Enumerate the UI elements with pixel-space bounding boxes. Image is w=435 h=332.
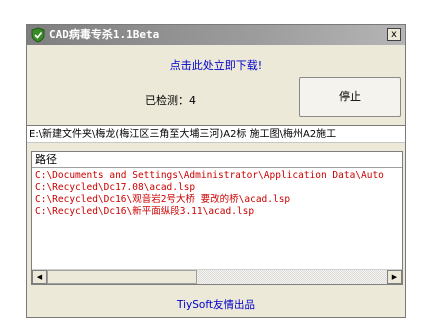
- scroll-thumb[interactable]: [47, 270, 197, 284]
- current-path-text: E:\新建文件夹\梅龙(梅江区三角至大埔三河)A2标 施工图\梅州A2施工: [29, 129, 337, 140]
- window-title: CAD病毒专杀1.1Beta: [49, 28, 160, 41]
- download-link[interactable]: 点击此处立即下载!: [27, 57, 405, 73]
- results-header[interactable]: 路径: [32, 152, 402, 168]
- scroll-track[interactable]: [197, 270, 387, 284]
- footer-credit: TiySoft友情出品: [177, 299, 255, 311]
- stop-button[interactable]: 停止: [299, 77, 401, 117]
- detected-count: 已检测：4: [145, 94, 196, 107]
- horizontal-scrollbar[interactable]: ◀ ▶: [32, 269, 402, 284]
- arrow-left-icon[interactable]: ◀: [32, 270, 47, 284]
- path-column-header: 路径: [35, 153, 57, 166]
- list-item[interactable]: C:\Recycled\Dc17.08\acad.lsp: [35, 182, 384, 194]
- title-bar[interactable]: CAD病毒专杀1.1Beta x: [27, 25, 405, 45]
- app-window: CAD病毒专杀1.1Beta x 点击此处立即下载! 已检测：4 停止 E:\新…: [26, 24, 406, 318]
- results-rows: C:\Documents and Settings\Administrator\…: [35, 170, 384, 218]
- shield-icon: [30, 27, 46, 43]
- list-item[interactable]: C:\Recycled\Dc16\观音岩2号大桥 要改的桥\acad.lsp: [35, 194, 384, 206]
- arrow-right-icon[interactable]: ▶: [387, 270, 402, 284]
- close-icon[interactable]: x: [387, 28, 401, 41]
- results-list[interactable]: 路径 C:\Documents and Settings\Administrat…: [31, 151, 403, 285]
- list-item[interactable]: C:\Recycled\Dc16\新平面纵段3.11\acad.lsp: [35, 206, 384, 218]
- current-path-bar: E:\新建文件夹\梅龙(梅江区三角至大埔三河)A2标 施工图\梅州A2施工: [27, 125, 405, 143]
- list-item[interactable]: C:\Documents and Settings\Administrator\…: [35, 170, 384, 182]
